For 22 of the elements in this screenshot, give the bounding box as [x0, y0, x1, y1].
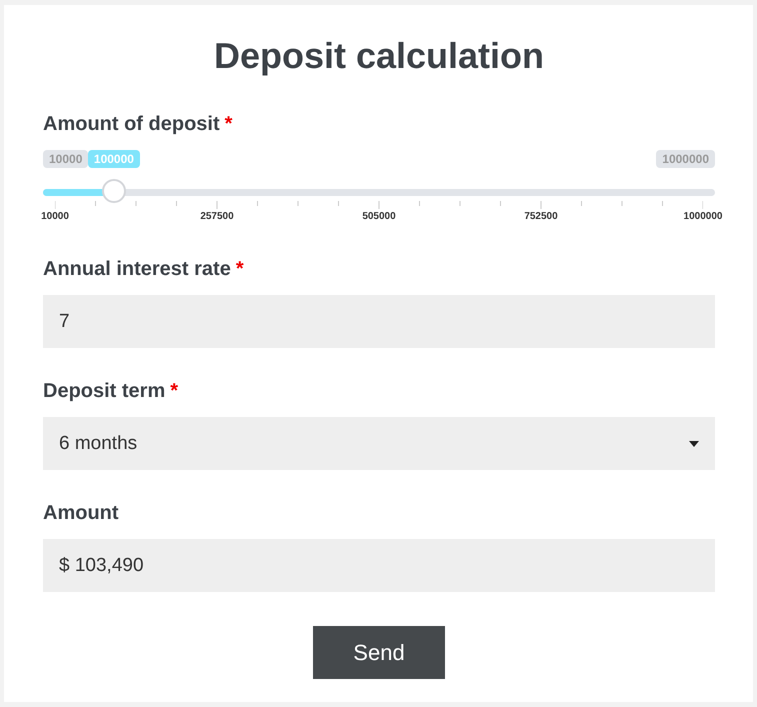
- tick-label: 505000: [362, 211, 396, 222]
- required-mark: *: [170, 380, 178, 403]
- value-label: 100000: [88, 150, 140, 168]
- form-title: Deposit calculation: [212, 35, 546, 77]
- output-field: $ 103,490: [43, 539, 715, 592]
- tick-label: 10000: [41, 211, 69, 222]
- field-label: Amount: [43, 502, 119, 525]
- required-mark: *: [236, 258, 244, 281]
- field-label: Amount of deposit: [43, 113, 220, 136]
- select-field[interactable]: 6 months: [43, 417, 715, 470]
- slider-thumb[interactable]: [102, 179, 126, 203]
- caret-icon: [689, 440, 699, 446]
- field-label: Annual interest rate: [43, 258, 231, 281]
- tick-label: 752500: [524, 211, 558, 222]
- max-label: 1000000: [656, 150, 715, 168]
- tick-label: 257500: [200, 211, 234, 222]
- send-button[interactable]: Send: [313, 626, 445, 679]
- input-field[interactable]: 7: [43, 295, 715, 348]
- tick-label: 1000000: [684, 211, 722, 222]
- field-label: Deposit term: [43, 380, 166, 403]
- required-mark: *: [224, 113, 232, 136]
- min-label: 10000: [43, 150, 88, 168]
